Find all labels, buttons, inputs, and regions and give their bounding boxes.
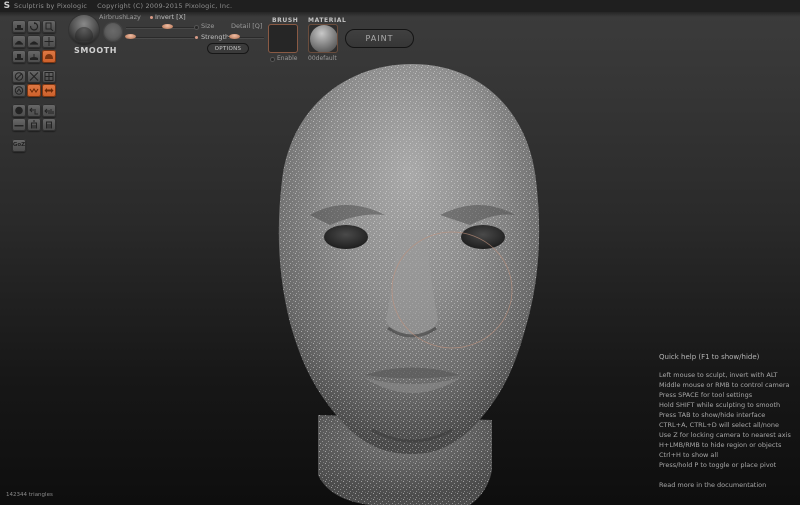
size-slider-track[interactable] [126, 37, 194, 38]
documentation-link[interactable]: Read more in the documentation [659, 480, 791, 490]
airbrush-label: Airbrush [99, 13, 127, 21]
copyright-text: Copyright (C) 2009-2015 Pixologic, Inc. [97, 2, 233, 10]
flatten-icon [14, 52, 24, 61]
goz-icon: GoZ [12, 141, 26, 148]
brush-enable-checkbox[interactable] [271, 58, 274, 61]
symmetry-icon [14, 72, 24, 81]
quick-help-line: Ctrl+H to show all [659, 451, 719, 459]
airbrush-toggle[interactable] [103, 22, 123, 42]
inflate-icon [14, 37, 24, 46]
size-indicator[interactable] [195, 26, 198, 29]
triangle-count: 142344 triangles [6, 492, 53, 498]
strength-indicator[interactable] [195, 36, 198, 39]
brush-preview-button[interactable] [69, 15, 99, 45]
quick-help-panel: Quick help (F1 to show/hide) Left mouse … [659, 352, 791, 490]
tool-scale-button[interactable] [42, 20, 56, 33]
left-eye-socket [324, 225, 368, 249]
draw-icon [14, 22, 24, 31]
tool-rotate-button[interactable] [27, 20, 41, 33]
tool-wireframe-button[interactable] [12, 84, 26, 97]
crease-icon [29, 52, 39, 61]
app-title: Sculptris by Pixologic [14, 2, 88, 10]
wireframe-icon [14, 86, 24, 95]
plane-icon [14, 120, 24, 129]
tool-symmetry-button[interactable] [12, 70, 26, 83]
scale-icon [44, 22, 54, 31]
tool-crease-button[interactable] [27, 50, 41, 63]
tool-grab-button[interactable] [42, 35, 56, 48]
tool-mask-button[interactable] [27, 84, 41, 97]
lazy-slider-track[interactable] [126, 27, 194, 28]
size-label: Size [201, 22, 215, 30]
lazy-slider-knob[interactable] [162, 24, 173, 29]
hide-icon [29, 72, 39, 81]
invert-label[interactable]: Invert [X] [155, 13, 186, 21]
rotate-icon [29, 22, 39, 31]
size-slider-knob[interactable] [125, 34, 136, 39]
tool-draw-button[interactable] [12, 20, 26, 33]
quick-help-line: Press TAB to show/hide interface [659, 411, 766, 419]
mirror-icon [44, 86, 54, 95]
move-icon [44, 37, 54, 46]
tool-goz-button[interactable]: GoZ [12, 139, 26, 152]
material-slot[interactable] [308, 24, 338, 53]
brush-name: SMOOTH [74, 46, 118, 55]
reduce-selected-icon [44, 106, 54, 115]
tool-new-plane-button[interactable] [12, 118, 26, 131]
quick-help-line: Hold SHIFT while sculpting to smooth [659, 401, 781, 409]
tool-new-sphere-button[interactable] [12, 104, 26, 117]
quick-help-lines: Left mouse to sculpt, invert with ALT Mid… [659, 370, 791, 470]
pinch-icon [29, 37, 39, 46]
detail-label: Detail [Q] [231, 22, 263, 30]
brush-section-label: BRUSH [272, 17, 299, 24]
reduce-brush-icon [29, 106, 39, 115]
strength-label: Strength [201, 33, 230, 41]
brush-texture-slot[interactable] [268, 24, 298, 53]
tool-hide-button[interactable] [27, 70, 41, 83]
detail-slider-knob[interactable] [229, 34, 240, 39]
subdivide-selected-icon [44, 120, 54, 129]
brush-enable-label: Enable [277, 55, 298, 62]
tool-reduce-brush-button[interactable] [27, 104, 41, 117]
mask-icon [29, 86, 39, 95]
quick-help-line: Press/hold P to toggle or place pivot [659, 461, 777, 469]
options-button[interactable]: OPTIONS [207, 43, 249, 54]
subdivide-all-icon [29, 120, 39, 129]
smooth-icon [44, 52, 54, 61]
tool-grid-button[interactable] [42, 70, 56, 83]
quick-help-line: Left mouse to sculpt, invert with ALT [659, 371, 778, 379]
quick-help-line: Middle mouse or RMB to control camera [659, 381, 790, 389]
material-name: 00default [308, 55, 337, 62]
material-sphere-preview [310, 25, 337, 52]
quick-help-line: Use Z for locking camera to nearest axis [659, 431, 791, 439]
invert-indicator[interactable] [150, 16, 153, 19]
tool-inflate-button[interactable] [12, 35, 26, 48]
sculptris-logo-icon: S [3, 1, 11, 11]
right-eye-socket [461, 225, 505, 249]
title-bar: S Sculptris by Pixologic Copyright (C) 2… [0, 0, 800, 12]
quick-help-line: H+LMB/RMB to hide region or objects [659, 441, 782, 449]
lazy-label: Lazy [126, 13, 141, 21]
grid-icon [44, 72, 54, 81]
quick-help-title: Quick help (F1 to show/hide) [659, 353, 760, 361]
material-section-label: MATERIAL [308, 17, 347, 24]
tool-pinch-button[interactable] [27, 35, 41, 48]
tool-subdivide-all-button[interactable] [27, 118, 41, 131]
quick-help-line: CTRL+A, CTRL+D will select all/none [659, 421, 780, 429]
tool-smooth-button[interactable] [42, 50, 56, 63]
sphere-icon [14, 106, 24, 115]
tool-subdivide-selected-button[interactable] [42, 118, 56, 131]
tool-flatten-button[interactable] [12, 50, 26, 63]
tool-mirror-button[interactable] [42, 84, 56, 97]
quick-help-line: Press SPACE for tool settings [659, 391, 753, 399]
paint-button[interactable]: PAINT [345, 29, 414, 48]
tool-reduce-selected-button[interactable] [42, 104, 56, 117]
